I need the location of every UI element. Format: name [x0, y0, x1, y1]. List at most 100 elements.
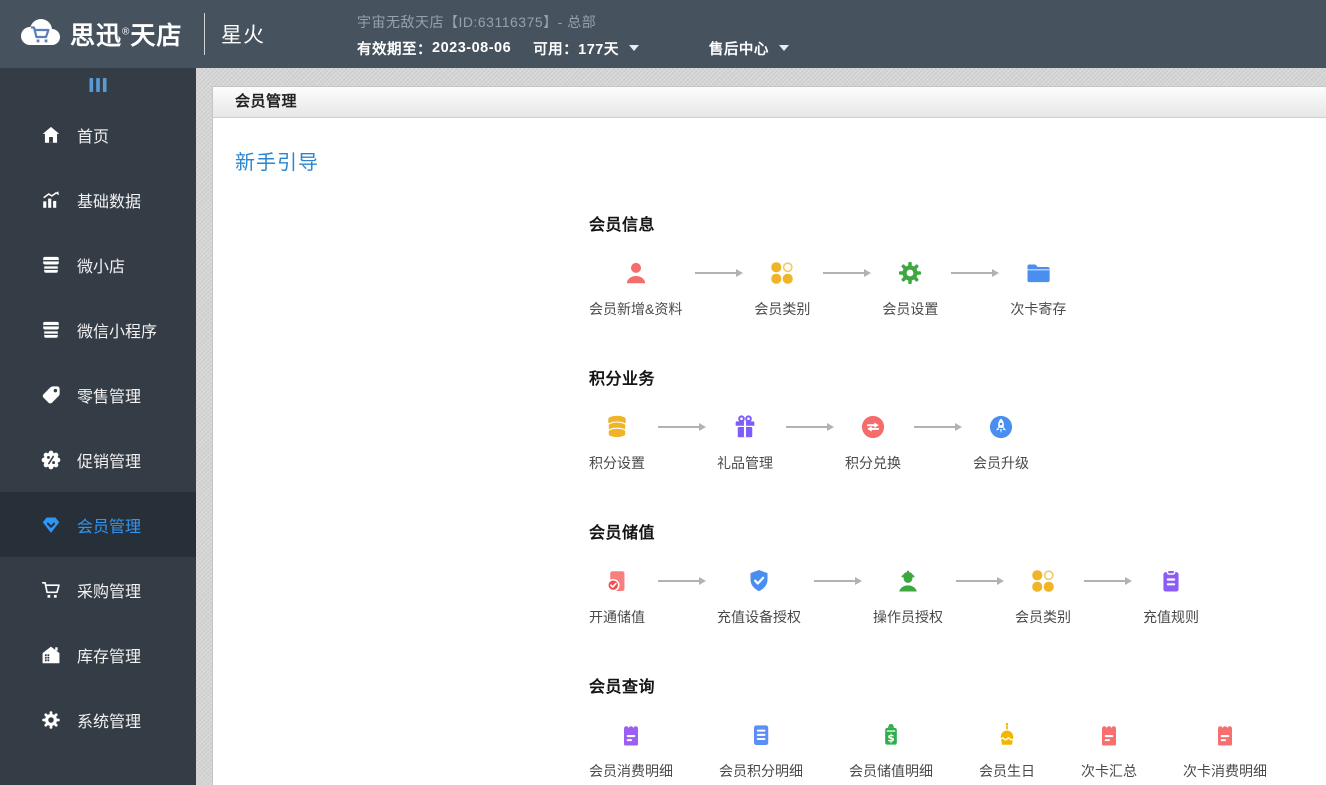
- sidebar-item-home[interactable]: 首页: [0, 102, 196, 167]
- flow-arrow-icon: [956, 576, 1004, 585]
- guide-item-points-settings[interactable]: 积分设置: [589, 413, 645, 473]
- support-center-menu[interactable]: 售后中心: [709, 38, 789, 59]
- flow-arrow-icon: [695, 268, 744, 277]
- section-points-business: 积分业务 积分设置 礼品管理 积分兑换 会员升级: [589, 365, 1326, 473]
- available-days: 177天: [578, 41, 619, 58]
- sidebar-item-inventory-management[interactable]: 库存管理: [0, 622, 196, 687]
- member-management-panel: 会员管理 新手引导 会员信息 会员新增&资料 会员类别 会员设置 次卡寄存 积分…: [212, 86, 1326, 785]
- sidebar-collapse-button[interactable]: [0, 68, 196, 102]
- store-info: 宇宙无敌天店【ID:63116375】- 总部: [357, 13, 597, 30]
- sidebar-item-micro-store[interactable]: 微小店: [0, 232, 196, 297]
- storefront-icon: [40, 319, 62, 341]
- clover-icon: [768, 259, 796, 287]
- sidebar-item-label: 零售管理: [77, 388, 142, 406]
- guide-item-recharge-rules[interactable]: 充值规则: [1143, 567, 1199, 627]
- flow-arrow-icon: [658, 576, 706, 585]
- brand-name: 思迅®天店: [70, 22, 183, 50]
- guide-item-member-stored-value-detail[interactable]: $ 会员储值明细: [849, 721, 933, 781]
- flow-arrow-icon: [951, 268, 1000, 277]
- vip-gem-icon: [40, 514, 62, 536]
- gear-green-icon: [896, 259, 924, 287]
- operator-icon: [894, 567, 922, 595]
- flow-arrow-icon: [786, 422, 834, 431]
- guide-item-recharge-device-auth[interactable]: 充值设备授权: [717, 567, 801, 627]
- svg-text:$: $: [887, 733, 894, 745]
- guide-item-card-summary[interactable]: 次卡汇总: [1081, 721, 1137, 781]
- sidebar-item-label: 首页: [77, 128, 110, 146]
- section-member-query: 会员查询 会员消费明细 会员积分明细 $ 会员储值明细 会员生日 次卡汇总 次卡…: [589, 673, 1326, 781]
- guide-item-open-stored-value[interactable]: 开通储值: [589, 567, 645, 627]
- sidebar-item-wechat-miniprogram[interactable]: 微信小程序: [0, 297, 196, 362]
- guide-item-member-points-detail[interactable]: 会员积分明细: [719, 721, 803, 781]
- tab-beginner-guide[interactable]: 新手引导: [235, 146, 319, 175]
- clipboard-icon: [1157, 567, 1185, 595]
- guide-item-member-category[interactable]: 会员类别: [1015, 567, 1071, 627]
- exchange-circle-icon: [859, 413, 887, 441]
- clover-icon: [1029, 567, 1057, 595]
- sidebar-item-system-management[interactable]: 系统管理: [0, 687, 196, 752]
- receipt-pink-icon: [1211, 721, 1239, 749]
- rocket-circle-icon: [987, 413, 1015, 441]
- home-icon: [40, 124, 62, 146]
- sidebar-item-basic-data[interactable]: 基础数据: [0, 167, 196, 232]
- birthday-cake-icon: [993, 721, 1021, 749]
- sidebar-item-label: 系统管理: [77, 713, 142, 731]
- price-tag-icon: [40, 384, 62, 406]
- flow-arrow-icon: [914, 422, 962, 431]
- panel-title: 会员管理: [213, 87, 1326, 118]
- sidebar-item-promotion-management[interactable]: 促销管理: [0, 427, 196, 492]
- guide-item-member-settings[interactable]: 会员设置: [882, 259, 938, 319]
- sidebar: 首页 基础数据 微小店 微信小程序 零售管理 促销管理 会员管理 采购管理 库存…: [0, 68, 196, 785]
- section-member-info: 会员信息 会员新增&资料 会员类别 会员设置 次卡寄存: [589, 211, 1326, 319]
- section-title: 积分业务: [589, 371, 656, 388]
- product-name: 星火: [221, 24, 265, 47]
- validity-label: 有效期至：: [357, 41, 432, 58]
- guide-item-member-add[interactable]: 会员新增&资料: [589, 259, 682, 319]
- sidebar-item-member-management[interactable]: 会员管理: [0, 492, 196, 557]
- support-center-caret-icon: [778, 45, 789, 51]
- header-divider: [204, 13, 205, 55]
- guide-item-member-category[interactable]: 会员类别: [754, 259, 810, 319]
- member-user-icon: [622, 259, 650, 287]
- folder-icon: [1024, 259, 1052, 287]
- sidebar-item-label: 会员管理: [77, 518, 142, 536]
- available-label: 可用：: [533, 41, 579, 58]
- guide-item-operator-auth[interactable]: 操作员授权: [873, 567, 943, 627]
- shopping-cart-icon: [40, 579, 62, 601]
- content-area: 会员管理 新手引导 会员信息 会员新增&资料 会员类别 会员设置 次卡寄存 积分…: [196, 68, 1326, 785]
- section-title: 会员查询: [589, 679, 656, 696]
- sidebar-item-purchase-management[interactable]: 采购管理: [0, 557, 196, 622]
- gear-icon: [40, 709, 62, 731]
- section-member-stored-value: 会员储值 开通储值 充值设备授权 操作员授权 会员类别 充值规则: [589, 519, 1326, 627]
- app-header: 思迅®天店 星火 宇宙无敌天店【ID:63116375】- 总部 有效期至： 2…: [0, 0, 1326, 68]
- sidebar-item-label: 微信小程序: [77, 323, 158, 341]
- dollar-tag-icon: $: [877, 721, 905, 749]
- flow-arrow-icon: [814, 576, 862, 585]
- guide-item-gift-management[interactable]: 礼品管理: [717, 413, 773, 473]
- sidebar-item-retail-management[interactable]: 零售管理: [0, 362, 196, 427]
- section-title: 会员储值: [589, 525, 656, 542]
- guide-item-card-consumption-detail[interactable]: 次卡消费明细: [1183, 721, 1267, 781]
- document-lines-icon: [747, 721, 775, 749]
- guide-item-member-upgrade[interactable]: 会员升级: [973, 413, 1029, 473]
- cloud-cart-logo-icon: [21, 19, 60, 45]
- warehouse-icon: [40, 644, 62, 666]
- sidebar-item-label: 微小店: [77, 258, 126, 276]
- receipt-purple-icon: [617, 721, 645, 749]
- guide-item-member-consumption-detail[interactable]: 会员消费明细: [589, 721, 673, 781]
- percent-badge-icon: [40, 449, 62, 471]
- validity-date: 2023-08-06: [432, 40, 512, 56]
- guide-item-member-birthday[interactable]: 会员生日: [979, 721, 1035, 781]
- flow-arrow-icon: [823, 268, 872, 277]
- flow-arrow-icon: [658, 422, 706, 431]
- license-dropdown-caret-icon[interactable]: [628, 45, 639, 51]
- coins-icon: [603, 413, 631, 441]
- sidebar-item-label: 基础数据: [77, 193, 142, 211]
- sidebar-item-label: 库存管理: [77, 648, 142, 666]
- guide-item-card-deposit[interactable]: 次卡寄存: [1010, 259, 1066, 319]
- guide-item-points-exchange[interactable]: 积分兑换: [845, 413, 901, 473]
- sidebar-item-label: 采购管理: [77, 583, 142, 601]
- sidebar-item-label: 促销管理: [77, 453, 142, 471]
- brand-logo: 思迅®天店: [0, 16, 188, 52]
- menu-bars-icon: [89, 78, 107, 92]
